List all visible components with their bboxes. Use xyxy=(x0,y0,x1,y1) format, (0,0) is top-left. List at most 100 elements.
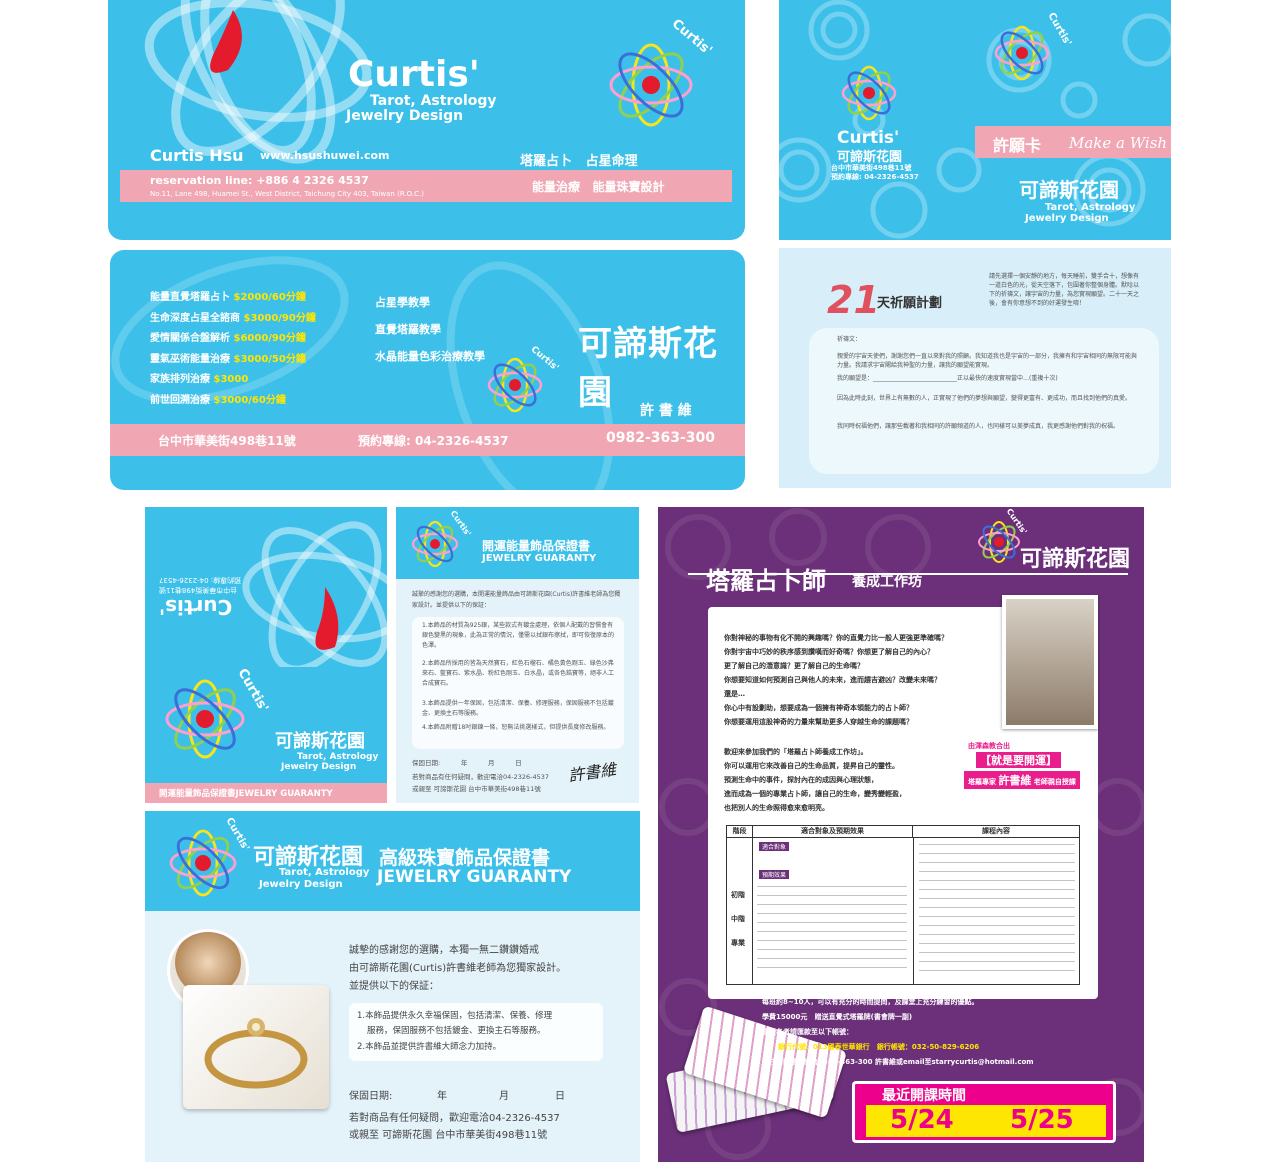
cert2-intro2: 由可諦斯花園(Curtis)許書維老師為您獨家設計。 xyxy=(349,963,567,974)
question-item: 你對神秘的事物有化不開的興趣嗎？你的直覺力比一般人更強更準確嗎？ xyxy=(724,634,948,642)
cert2-intro1: 誠摯的感謝您的選購，本獨一無二鑽鑽婚戒 xyxy=(349,945,539,956)
wish-title-en: Make a Wish xyxy=(1069,134,1168,152)
table-col-target: 適合對象及預期效果 xyxy=(753,826,913,837)
table-divider xyxy=(913,838,914,984)
question-item: 你心中有設劃助，想要成為一個擁有神奇本領能力的占卜師？ xyxy=(724,704,913,712)
course-item: 占星學教學 xyxy=(375,296,430,309)
table-col-stage: 階段 xyxy=(727,826,753,837)
sub1: Tarot, Astrology xyxy=(1045,202,1136,213)
services-line1: 塔羅占卜 占星命理 xyxy=(520,154,638,169)
cert-contact2: 或親至 可諦斯花園 台中市華美街498巷11號 xyxy=(412,785,541,793)
invite-item: 歡迎來參加我們的「塔羅占卜師養成工作坊」。 xyxy=(724,748,868,756)
ring-photo xyxy=(183,985,329,1109)
price-row: 生命深度占星全諮商 $3000/90分鐘 xyxy=(150,312,316,324)
cert-intro: 誠摯的感謝您的選購，本開運能量飾品由可諦斯花園(Curtis)許書維老師為您獨家… xyxy=(412,591,621,609)
jewelry-guaranty-card-2: Curtis' 可諦斯花園 Tarot, Astrology Jewelry D… xyxy=(145,811,640,1162)
table-mid-lines xyxy=(757,886,907,976)
jewelry-guaranty-card-1: Curtis' 開運能量飾品保證書 JEWELRY GUARANTY 誠摯的感謝… xyxy=(396,507,639,803)
business-card-back: 能量直覺塔羅占卜 $2000/60分鐘 生命深度占星全諮商 $3000/90分鐘… xyxy=(110,250,745,490)
sub1: Tarot, Astrology xyxy=(297,752,379,762)
question-list: 你對神秘的事物有化不開的興趣嗎？你的直覺力比一般人更強更準確嗎？ 你對宇宙中巧妙… xyxy=(724,631,1004,729)
cert-title-en: JEWELRY GUARANTY xyxy=(482,553,597,564)
sub2: Jewelry Design xyxy=(281,762,357,772)
cert-item: 4.本飾品附贈18吋銀鍊一條，恕無法挑選樣式，但提供長度修改服務。 xyxy=(422,724,610,731)
course-table: 階段 適合對象及預期效果 課程內容 初階 中階 專業 適合對象 預期效果 xyxy=(726,825,1080,985)
question-item: 你想要知道如何預測自己與他人的未來，進而趨吉避凶？改變未來嗎？ xyxy=(724,676,941,684)
price-row: 家族排列治療 $3000 xyxy=(150,374,249,386)
phone: 預約專線: 04-2326-4537 xyxy=(831,173,919,181)
table-row-stage: 初階 xyxy=(731,891,745,899)
price-row: 愛情關係合盤解析 $6000/90分鐘 xyxy=(150,333,306,345)
address-cn: 台中市華美街498巷11號 xyxy=(158,434,296,448)
cert2-intro3: 並提供以下的保証： xyxy=(349,981,439,992)
cert2-contact1: 若對商品有任何疑問，歡迎電洽04-2326-4537 xyxy=(349,1113,560,1124)
invite-item: 進而成為一個的專業占卜師，讓自己的生命，變秀變輕盈， xyxy=(724,790,906,798)
plan-intro: 請先選擇一個安靜的地方，每天睡前，雙手合十，想像有一道白色的光，從天空落下，包圍… xyxy=(989,273,1140,307)
owner-cn: 許 書 維 xyxy=(640,403,692,419)
prayer-label: 祈禱文： xyxy=(837,336,862,343)
cert-item: 3.本飾品提供一年保固，包括清潔、保養、修理服務，保固服務不包括鍍金、更換主石等… xyxy=(422,700,614,717)
table-col-content: 課程內容 xyxy=(982,827,1010,835)
cert2-title: 高級珠寶飾品保證書 xyxy=(379,847,551,869)
prayer-text4: 我同時祝福他們，讓那些載著和我相同的許願頻道的人，也同樣可以美夢成真，我更感謝他… xyxy=(837,423,1120,430)
cert-item: 1.本飾品的材質為925銀，某些款式有鍍金處理，依個人配戴的習慣會有銀色變黑的現… xyxy=(422,622,615,649)
date1: 5/24 xyxy=(890,1105,954,1135)
ring-icon xyxy=(204,1018,308,1089)
bullet-item: 有任何問題，請洽0982-363-300 許書維或email至starrycur… xyxy=(762,1058,1034,1066)
table-row-stage: 中階 xyxy=(731,915,745,923)
reservation-line: reservation line: +886 4 2326 4537 xyxy=(150,174,369,187)
prayer-text2: 我的願望是：____________________________正以最快的速… xyxy=(837,375,1058,382)
price-row: 能量直覺塔羅占卜 $2000/60分鐘 xyxy=(150,292,306,303)
badge-line2: 【就是要開運】 xyxy=(976,752,1061,768)
sub2: Jewelry Design xyxy=(1025,213,1109,224)
invite-list: 歡迎來參加我們的「塔羅占卜師養成工作坊」。 你可以運用它來改善自己的生命品質，提… xyxy=(724,745,984,815)
rot-addr: 台中市華美街498巷11號 xyxy=(159,586,238,594)
business-card-front: Curtis' Tarot, Astrology Jewelry Design … xyxy=(108,0,745,240)
address-en: No.11, Lane 498, Huamei St., West Distri… xyxy=(150,190,424,198)
wish-title: 許願卡 xyxy=(993,136,1042,155)
flyer-title2: 養成工作坊 xyxy=(852,574,922,590)
sub1: Tarot, Astrology xyxy=(279,867,370,878)
cert-title: 開運能量飾品保證書 xyxy=(482,539,591,553)
brand-cn: 可諦斯花園 xyxy=(1020,547,1131,572)
plan-title: 天祈願計劃 xyxy=(877,296,943,311)
mobile: 0982-363-300 xyxy=(606,430,716,446)
cert2-item1b: 服務，保固服務不包括鍍金、更換主石等服務。 xyxy=(367,1026,546,1036)
brand-sub1: Tarot, Astrology xyxy=(370,93,497,109)
table-content-lines xyxy=(919,844,1075,978)
cert2-date-d: 日 xyxy=(555,1091,565,1102)
website: www.hsushuwei.com xyxy=(260,149,390,162)
cert2-date-label: 保固日期: xyxy=(349,1091,393,1102)
table-tag2: 預期效果 xyxy=(759,870,790,879)
course-item: 直覺塔羅教學 xyxy=(375,323,441,336)
bullet-item: 每班約8~10人，可以有充分的時間提問，及課堂上充分練習的優點。 xyxy=(762,998,979,1006)
teacher-photo xyxy=(1002,595,1098,729)
invite-item: 預測生命中的事件，探討內在的成因與心理狀態， xyxy=(724,776,878,784)
brand: Curtis' xyxy=(837,128,900,148)
invite-item: 你可以運用它來改善自己的生命品質，提昇自己的靈性。 xyxy=(724,762,899,770)
prayer-text3: 因為此時此刻，世界上有無數的人，正實現了他們的夢想與願望，變得更富有、更成功，而… xyxy=(837,395,1132,402)
brand-sub2: Jewelry Design xyxy=(346,108,464,124)
prayer-text1: 親愛的宇宙天使們，謝謝您們一直以來對我的照顧。我知道我也是宇宙的一部分，我擁有和… xyxy=(837,353,1138,369)
question-item: 你想要運用這股神奇的力量來幫助更多人穿越生命的課題嗎？ xyxy=(724,718,913,726)
course-list: 占星學教學 直覺塔羅教學 水晶能量色彩治療教學 xyxy=(375,294,485,375)
badge-line3: 塔羅專家 許書維 老師親自授課 xyxy=(964,771,1080,789)
cert2-item2: 2.本飾品並提供許書維大師念力加持。 xyxy=(357,1042,502,1052)
cert2-item1a: 1.本飾品提供永久幸福保固，包括清潔、保養、修理 xyxy=(357,1011,553,1021)
question-item: 更了解自己的潛意識？更了解自己的生命嗎？ xyxy=(724,662,864,670)
bullet-item: 請報名者請匯款至以下帳號： xyxy=(762,1028,853,1036)
cert2-date-y: 年 xyxy=(437,1091,447,1102)
invite-item: 也把別人的生命照得愈來愈明亮。 xyxy=(724,804,829,812)
cert-date: 保固日期: 年 月 日 xyxy=(412,759,522,767)
cert-contact1: 若對商品有任何疑問，歡迎電洽04-2326-4537 xyxy=(412,773,550,781)
table-stage-col: 初階 中階 專業 xyxy=(727,838,753,984)
bar-text: 開運能量飾品保證書JEWELRY GUARANTY xyxy=(159,789,333,799)
wish-card: Curtis' Curtis' 可諦斯花園 台中市華美街498巷11號 預約專線… xyxy=(779,0,1171,240)
cert2-date-m: 月 xyxy=(499,1091,509,1102)
price-list: 能量直覺塔羅占卜 $2000/60分鐘 生命深度占星全諮商 $3000/90分鐘… xyxy=(150,288,316,412)
flower-logo-icon xyxy=(841,65,897,121)
signature: 許書維 xyxy=(567,759,618,786)
dates-title: 最近開課時間 xyxy=(882,1088,966,1104)
table-tag1: 適合對象 xyxy=(759,842,790,851)
date2: 5/25 xyxy=(1010,1105,1074,1135)
